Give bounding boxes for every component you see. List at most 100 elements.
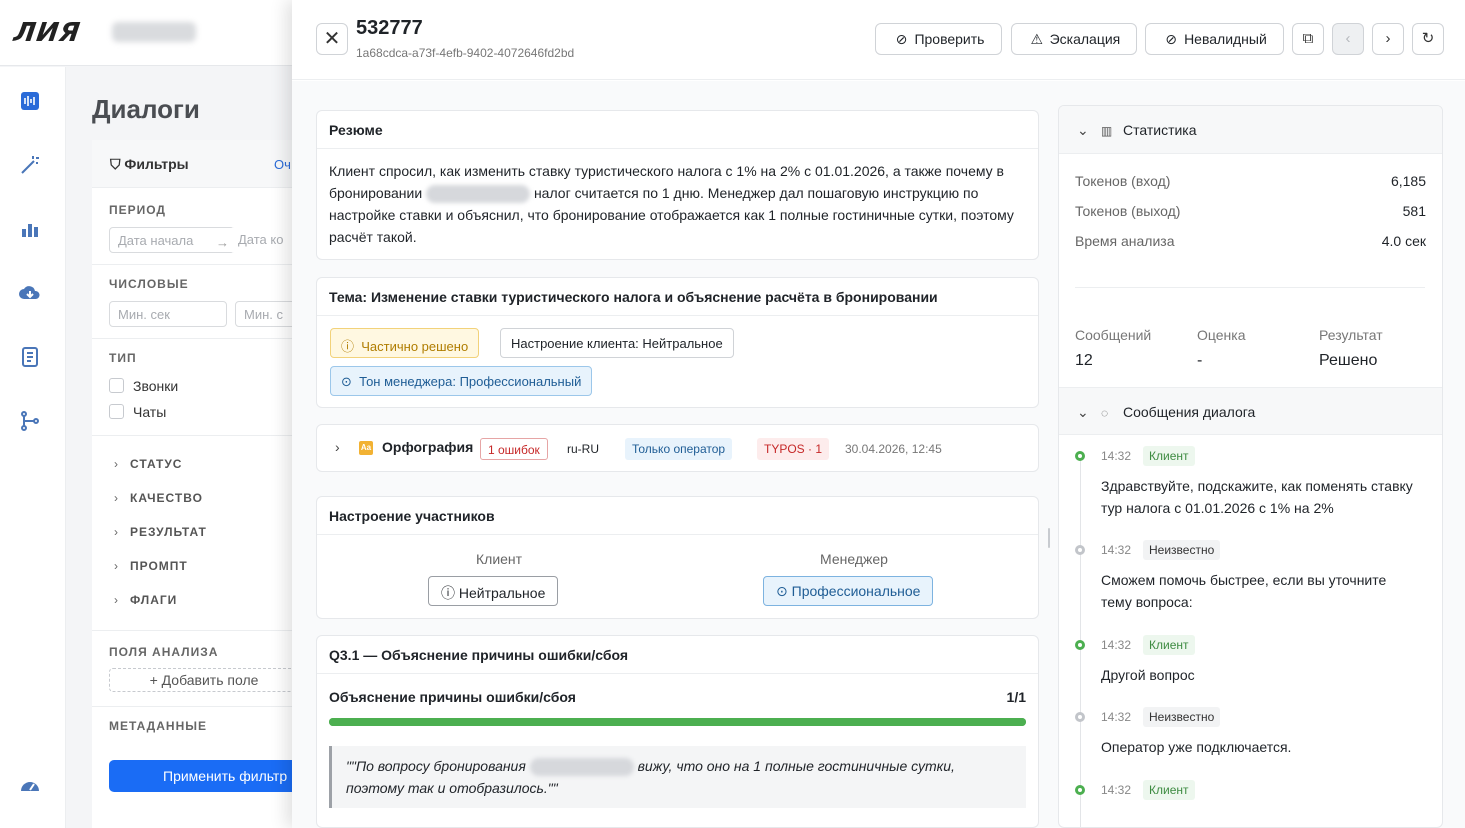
spelling-row[interactable]: › Aa Орфография 1 ошибок ru-RU Только оп… xyxy=(316,424,1039,472)
check-button[interactable]: ⊘ Проверить xyxy=(875,23,1002,55)
manager-tone-label: Тон менеджера: Профессиональный xyxy=(359,374,582,389)
clear-filters-link[interactable]: Оч xyxy=(274,157,291,172)
date-start-placeholder: Дата начала xyxy=(118,233,194,248)
tokens-out-label: Токенов (выход) xyxy=(1075,203,1181,219)
scope-badge: Только оператор xyxy=(625,438,733,460)
filter-group-prompt[interactable]: › ПРОМПТ xyxy=(114,559,188,573)
chats-checkbox[interactable] xyxy=(109,404,124,419)
chevron-right-icon: › xyxy=(114,457,119,471)
analytics-icon[interactable] xyxy=(18,217,42,241)
escalate-button[interactable]: ⚠ Эскалация xyxy=(1011,23,1137,55)
chevron-right-icon: › xyxy=(1385,30,1391,47)
min-seconds-placeholder: Мин. сек xyxy=(118,307,170,322)
type-label: ТИП xyxy=(109,351,137,365)
tokens-out-value: 581 xyxy=(1402,203,1426,219)
filter-group-quality[interactable]: › КАЧЕСТВО xyxy=(114,491,203,505)
chat-bubble-icon: ◌ xyxy=(1101,406,1109,420)
message-time: 14:32 xyxy=(1101,783,1132,797)
filter-group-label: ФЛАГИ xyxy=(130,593,178,607)
dialog-uuid: 1a68cdca-a73f-4efb-9402-4072646fd2bd xyxy=(356,46,575,60)
escalate-button-label: Эскалация xyxy=(1049,31,1121,47)
next-button[interactable]: › xyxy=(1372,23,1404,55)
summary-text: Клиент спросил, как изменить ставку тури… xyxy=(329,160,1029,248)
close-button[interactable]: ✕ xyxy=(316,23,348,55)
divider xyxy=(92,338,302,339)
apply-filters-button[interactable]: Применить фильтр xyxy=(109,760,302,792)
metadata-label: МЕТАДАННЫЕ xyxy=(109,719,207,733)
check-circle-icon: ⊘ xyxy=(895,31,908,47)
page-title: Диалоги xyxy=(92,94,200,124)
manager-mood-label: Профессиональное xyxy=(791,583,921,599)
check-button-label: Проверить xyxy=(914,31,985,47)
open-external-button[interactable]: ⧉ xyxy=(1292,23,1324,55)
dashboard-gauge-icon[interactable] xyxy=(18,773,42,797)
participants-mood-card: Настроение участников Клиент ⓘ Нейтральн… xyxy=(316,496,1039,619)
check-circle-icon: ⊙ xyxy=(341,374,352,389)
chevron-right-icon[interactable]: › xyxy=(335,439,340,455)
q31-title: Q3.1 — Объяснение причины ошибки/сбоя xyxy=(317,636,1038,674)
add-field-button[interactable]: + Добавить поле xyxy=(109,668,299,692)
message-sender-badge: Клиент xyxy=(1143,635,1195,655)
quote-part1: ""По вопросу бронирования xyxy=(346,758,526,774)
column-divider-handle[interactable] xyxy=(1048,528,1050,548)
timeline-dot xyxy=(1075,545,1085,555)
divider xyxy=(1075,287,1425,288)
magic-wand-icon[interactable] xyxy=(18,153,42,177)
manager-mood-value: ⊙ Профессиональное xyxy=(763,576,934,606)
divider xyxy=(92,264,302,265)
chevron-down-icon: ⌄ xyxy=(1077,122,1089,138)
previous-button[interactable]: ‹ xyxy=(1332,23,1364,55)
tokens-in-label: Токенов (вход) xyxy=(1075,173,1171,189)
min-seconds-input[interactable]: Мин. сек xyxy=(109,301,227,327)
min-second-placeholder: Мин. с xyxy=(244,307,283,322)
client-mood-badge: Настроение клиента: Нейтральное xyxy=(500,328,734,358)
chevron-right-icon: › xyxy=(114,491,119,505)
invalid-button[interactable]: ⊘ Невалидный xyxy=(1145,23,1284,55)
topic-title: Тема: Изменение ставки туристического на… xyxy=(317,278,1038,316)
filter-group-flags[interactable]: › ФЛАГИ xyxy=(114,593,177,607)
manager-label: Менеджер xyxy=(820,551,888,567)
org-selector-blurred[interactable] xyxy=(112,22,196,42)
quote-part2: вижу, что оно на 1 полные гостиничные су… xyxy=(637,758,955,774)
period-label: ПЕРИОД xyxy=(109,203,166,217)
check-circle-icon: ⊙ xyxy=(776,583,788,599)
message-sender-badge: Неизвестно xyxy=(1143,707,1221,727)
divider xyxy=(92,435,302,436)
quote-part3: поэтому так и отобразилось."" xyxy=(346,780,558,796)
workflow-icon[interactable] xyxy=(18,409,42,433)
client-mood-label: Нейтральное xyxy=(458,585,546,601)
message-text: Здравствуйте, подскажите, как поменять с… xyxy=(1101,478,1413,516)
tokens-in-value: 6,185 xyxy=(1390,173,1426,189)
chevron-right-icon: › xyxy=(114,593,119,607)
drawer-header: ✕ 532777 1a68cdca-a73f-4efb-9402-4072646… xyxy=(292,0,1465,80)
progress-fill xyxy=(329,718,1026,726)
refresh-icon: ↻ xyxy=(1421,30,1435,47)
filter-group-label: КАЧЕСТВО xyxy=(130,491,203,505)
messages-section-header[interactable]: ⌄ ◌ Сообщения диалога xyxy=(1059,387,1442,435)
filter-group-result[interactable]: › РЕЗУЛЬТАТ xyxy=(114,525,207,539)
rating-value: - xyxy=(1197,352,1203,369)
document-list-icon[interactable] xyxy=(18,345,42,369)
chevron-right-icon: › xyxy=(114,559,119,573)
message-time: 14:32 xyxy=(1101,638,1132,652)
topic-card: Тема: Изменение ставки туристического на… xyxy=(316,277,1039,408)
filters-title-text: Фильтры xyxy=(124,156,189,172)
divider xyxy=(92,630,302,631)
app-logo[interactable]: ЛИЯ xyxy=(12,18,83,48)
stats-section-header[interactable]: ⌄ ▥ Статистика xyxy=(1059,106,1442,154)
message-time: 14:32 xyxy=(1101,543,1132,557)
timeline-dot xyxy=(1075,451,1085,461)
message-text: Оператор уже подключается. xyxy=(1101,739,1292,755)
refresh-button[interactable]: ↻ xyxy=(1412,23,1444,55)
calls-checkbox[interactable] xyxy=(109,378,124,393)
criterion-score: 1/1 xyxy=(1006,689,1026,705)
cloud-download-icon[interactable] xyxy=(18,281,42,305)
filter-group-status[interactable]: › СТАТУС xyxy=(114,457,182,471)
dialogs-icon[interactable] xyxy=(18,89,42,113)
manager-tone-badge: ⊙ Тон менеджера: Профессиональный xyxy=(330,366,593,396)
status-badge-label: Частично решено xyxy=(361,339,469,354)
messages-count-value: 12 xyxy=(1075,352,1093,369)
client-label: Клиент xyxy=(476,551,523,567)
info-circle-icon: ⓘ xyxy=(341,339,355,354)
side-panel: ⌄ ▥ Статистика Токенов (вход) 6,185 Токено… xyxy=(1058,105,1443,828)
